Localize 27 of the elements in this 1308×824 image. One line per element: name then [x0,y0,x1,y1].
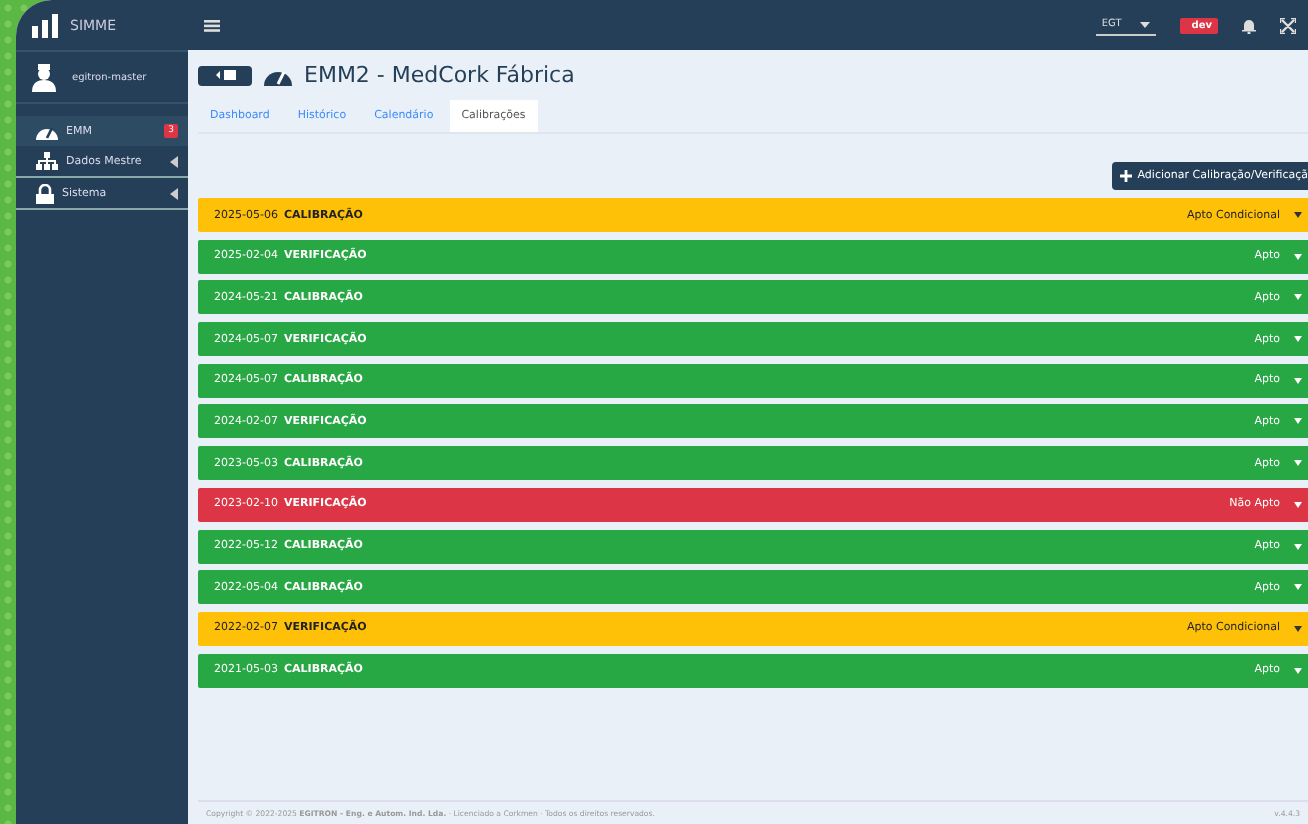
gauge-icon [36,122,58,140]
back-button[interactable] [198,65,252,85]
chevron-left-icon [170,155,178,167]
page-title: EMM2 - MedCork Fábrica [304,62,575,88]
plus-icon [1119,170,1132,182]
caret-icon [1294,584,1302,591]
fullscreen-icon[interactable] [1280,17,1296,33]
caret-icon [1294,294,1302,301]
caret-icon [1294,667,1302,674]
caret-icon [1294,253,1302,260]
lock-icon [36,183,54,203]
menu-icon[interactable] [204,19,220,31]
caret-icon [1294,212,1302,218]
bell-icon[interactable] [1242,17,1256,33]
sidebar-toggle-icon [215,70,235,80]
caret-icon [1294,336,1302,343]
caret-icon [1294,501,1302,508]
user-icon [32,63,56,91]
caret-icon [1294,377,1302,384]
caret-icon [1294,625,1302,632]
caret-icon [1294,418,1302,425]
sitemap-icon [36,152,58,170]
caret-icon [1294,460,1302,467]
caret-icon [1294,543,1302,549]
caret-icon [1139,21,1150,27]
chevron-left-icon [170,187,178,199]
bar-chart-icon [32,13,58,37]
